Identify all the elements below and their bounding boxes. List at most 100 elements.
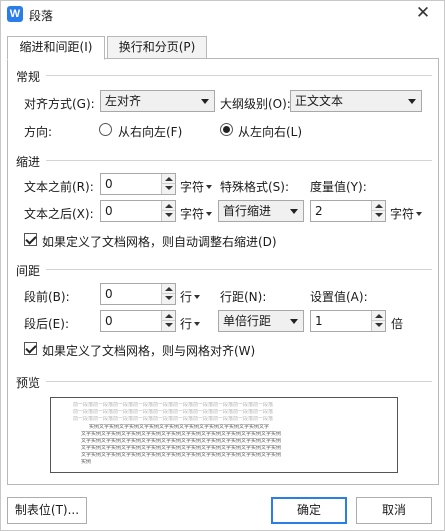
spacing-before-value: 0 [105,287,113,301]
preview-prev-line-1: 前一段落前一段落前一段落前一段落前一段落前一段落前一段落前一段落前一段落前一段落 [73,402,274,408]
arrow-down-icon[interactable] [375,213,383,217]
line-spacing-value: 单倍行距 [223,314,272,328]
arrow-down-icon[interactable] [165,186,173,190]
indent-after-spinner[interactable]: 0 [100,200,176,222]
preview-sample-line-1: 文字实例文字实例文字实例文字实例文字实例文字实例文字实例文字实例文字实例文字实例 [81,431,282,437]
spinner-buttons[interactable] [161,174,175,194]
indent-before-spinner[interactable]: 0 [100,173,176,195]
arrow-down-icon[interactable] [165,296,173,300]
spacing-after-unit[interactable]: 行 [180,315,201,332]
close-icon[interactable]: ✕ [414,4,432,22]
dialog-title: 段落 [29,9,54,23]
auto-adjust-indent-label[interactable]: 如果定义了文档网格，则自动调整右缩进(D) [42,233,277,250]
spacing-before-spinner[interactable]: 0 [100,283,176,305]
caret-down-icon [206,185,213,189]
outline-level-select[interactable]: 正文文本 [290,90,422,112]
chevron-down-icon [201,99,209,104]
preview-prev-line-3: 前一段落前一段落前一段落前一段落前一段落前一段落前一段落前一段落前一段落前一段落 [73,416,274,422]
snap-to-grid-label[interactable]: 如果定义了文档网格，则与网格对齐(W) [42,342,255,359]
preview-prev-line-2: 前一段落前一段落前一段落前一段落前一段落前一段落前一段落前一段落前一段落前一段落 [73,409,274,415]
spinner-buttons[interactable] [371,311,385,331]
indent-after-label: 文本之后(X): [24,207,94,221]
indent-after-value: 0 [105,204,113,218]
set-value-value: 1 [315,314,323,328]
spacing-after-label: 段后(E): [24,317,69,331]
wps-writer-icon: W [7,6,23,22]
tab-stops-button[interactable]: 制表位(T)... [7,497,87,524]
indent-before-unit[interactable]: 字符 [180,178,213,195]
spinner-buttons[interactable] [161,284,175,304]
alignment-label: 对齐方式(G): [24,97,95,111]
direction-rtl-label[interactable]: 从右向左(F) [118,123,182,140]
tab-panel: 常规 对齐方式(G): 左对齐 大纲级别(O): 正文文本 方向: 从右向左(F… [7,58,439,485]
arrow-up-icon[interactable] [165,314,173,318]
direction-ltr-radio[interactable] [220,123,233,136]
indent-section-label: 缩进 [16,155,41,169]
caret-down-icon [194,322,201,326]
arrow-up-icon[interactable] [165,287,173,291]
spinner-buttons[interactable] [161,311,175,331]
special-format-value: 首行缩进 [223,204,272,218]
arrow-down-icon[interactable] [165,323,173,327]
general-divider [46,75,432,76]
spacing-section-label: 间距 [16,264,41,278]
chevron-down-icon [408,99,416,104]
caret-down-icon [416,212,423,216]
preview-sample-line-2: 文字实例文字实例文字实例文字实例文字实例文字实例文字实例文字实例文字实例文字实例 [81,438,282,444]
alignment-select[interactable]: 左对齐 [100,90,215,112]
preview-divider [46,381,432,382]
spacing-divider [46,269,432,270]
arrow-up-icon[interactable] [165,204,173,208]
preview-sample-end: 实例 [81,459,92,465]
preview-sample-line-3: 文字实例文字实例文字实例文字实例文字实例文字实例文字实例文字实例文字实例文字实例 [81,445,282,451]
arrow-down-icon[interactable] [165,213,173,217]
special-format-select[interactable]: 首行缩进 [218,200,304,222]
caret-down-icon [206,212,213,216]
alignment-value: 左对齐 [105,94,142,108]
indent-after-unit[interactable]: 字符 [180,205,213,222]
paragraph-dialog: W 段落 ✕ 缩进和间距(I) 换行和分页(P) 常规 对齐方式(G): 左对齐… [0,0,445,531]
indent-before-value: 0 [105,177,113,191]
set-value-spinner[interactable]: 1 [310,310,386,332]
chevron-down-icon [290,209,298,214]
spinner-buttons[interactable] [371,201,385,221]
arrow-up-icon[interactable] [375,314,383,318]
line-spacing-select[interactable]: 单倍行距 [218,310,304,332]
measure-value: 2 [315,204,323,218]
spacing-after-spinner[interactable]: 0 [100,310,176,332]
spacing-after-value: 0 [105,314,113,328]
measure-label: 度量值(Y): [310,180,367,194]
caret-down-icon [194,295,201,299]
spacing-before-label: 段前(B): [24,290,70,304]
preview-sample-first: 实例文字实例文字实例文字实例文字实例文字实例文字实例文字实例文字实例文字 [89,424,270,430]
spacing-before-unit[interactable]: 行 [180,288,201,305]
outline-level-label: 大纲级别(O): [220,97,291,111]
direction-ltr-label[interactable]: 从左向右(L) [238,123,302,140]
preview-box: 前一段落前一段落前一段落前一段落前一段落前一段落前一段落前一段落前一段落前一段落… [50,397,398,473]
set-value-label: 设置值(A): [310,290,368,304]
indent-divider [46,160,432,161]
auto-adjust-indent-checkbox[interactable] [24,233,37,246]
tab-line-page-breaks[interactable]: 换行和分页(P) [107,36,207,59]
indent-before-label: 文本之前(R): [24,180,94,194]
tab-indent-spacing[interactable]: 缩进和间距(I) [7,36,105,60]
ok-button[interactable]: 确定 [271,497,347,524]
special-format-label: 特殊格式(S): [220,180,290,194]
title-bar: W 段落 ✕ [1,1,444,29]
line-spacing-label: 行距(N): [220,290,267,304]
spinner-buttons[interactable] [161,201,175,221]
direction-rtl-radio[interactable] [99,123,112,136]
preview-sample-line-4: 文字实例文字实例文字实例文字实例文字实例文字实例文字实例文字实例文字实例文字实例 [81,452,282,458]
snap-to-grid-checkbox[interactable] [24,342,37,355]
arrow-down-icon[interactable] [375,323,383,327]
outline-level-value: 正文文本 [295,94,344,108]
cancel-button[interactable]: 取消 [356,497,432,524]
arrow-up-icon[interactable] [375,204,383,208]
measure-spinner[interactable]: 2 [310,200,386,222]
preview-section-label: 预览 [16,376,41,390]
general-section-label: 常规 [16,70,41,84]
set-value-unit: 倍 [391,317,404,331]
arrow-up-icon[interactable] [165,177,173,181]
chevron-down-icon [290,319,298,324]
measure-unit[interactable]: 字符 [390,205,423,222]
